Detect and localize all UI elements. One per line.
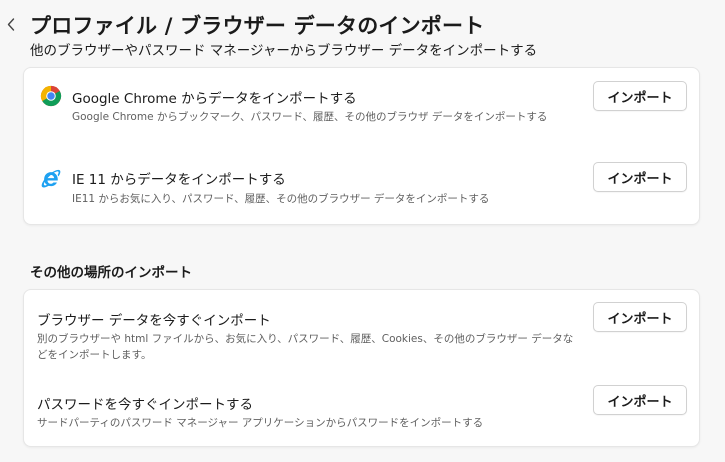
browser-data-import-row: ブラウザー データを今すぐインポート 別のブラウザーや html ファイルから、… bbox=[24, 290, 699, 370]
browser-data-import-description: 別のブラウザーや html ファイルから、お気に入り、パスワード、履歴、Cook… bbox=[37, 333, 574, 361]
browser-data-import-button[interactable]: インポート bbox=[593, 302, 687, 332]
password-import-title: パスワードを今すぐインポートする bbox=[37, 397, 253, 413]
browser-import-card: Google Chrome からデータをインポートする Google Chrom… bbox=[23, 67, 700, 225]
back-button[interactable] bbox=[4, 14, 18, 34]
browser-data-import-title: ブラウザー データを今すぐインポート bbox=[37, 313, 271, 329]
chevron-left-icon bbox=[7, 17, 15, 31]
other-locations-heading: その他の場所のインポート bbox=[30, 265, 192, 281]
chrome-import-row: Google Chrome からデータをインポートする Google Chrom… bbox=[24, 68, 699, 148]
password-import-description: サードパーティのパスワード マネージャー アプリケーションからパスワードをインポ… bbox=[37, 417, 484, 429]
ie-import-row: IE 11 からデータをインポートする IE11 からお気に入り、パスワード、履… bbox=[24, 148, 699, 226]
ie-import-title: IE 11 からデータをインポートする bbox=[72, 172, 286, 188]
internet-explorer-icon bbox=[41, 169, 61, 188]
ie-import-button[interactable]: インポート bbox=[593, 162, 687, 192]
password-import-button[interactable]: インポート bbox=[593, 385, 687, 415]
ie-import-description: IE11 からお気に入り、パスワード、履歴、その他のブラウザー データをインポー… bbox=[72, 193, 490, 205]
chrome-import-title: Google Chrome からデータをインポートする bbox=[72, 91, 357, 107]
other-import-card: ブラウザー データを今すぐインポート 別のブラウザーや html ファイルから、… bbox=[23, 289, 700, 447]
password-import-row: パスワードを今すぐインポートする サードパーティのパスワード マネージャー アプ… bbox=[24, 370, 699, 448]
chrome-icon bbox=[40, 85, 62, 107]
chrome-import-description: Google Chrome からブックマーク、パスワード、履歴、その他のブラウザ… bbox=[72, 111, 548, 123]
page-title: プロファイル / ブラウザー データのインポート bbox=[30, 14, 485, 38]
chrome-import-button[interactable]: インポート bbox=[593, 81, 687, 111]
page-subtitle: 他のブラウザーやパスワード マネージャーからブラウザー データをインポートする bbox=[30, 43, 538, 59]
page-header: プロファイル / ブラウザー データのインポート 他のブラウザーやパスワード マ… bbox=[0, 6, 725, 60]
